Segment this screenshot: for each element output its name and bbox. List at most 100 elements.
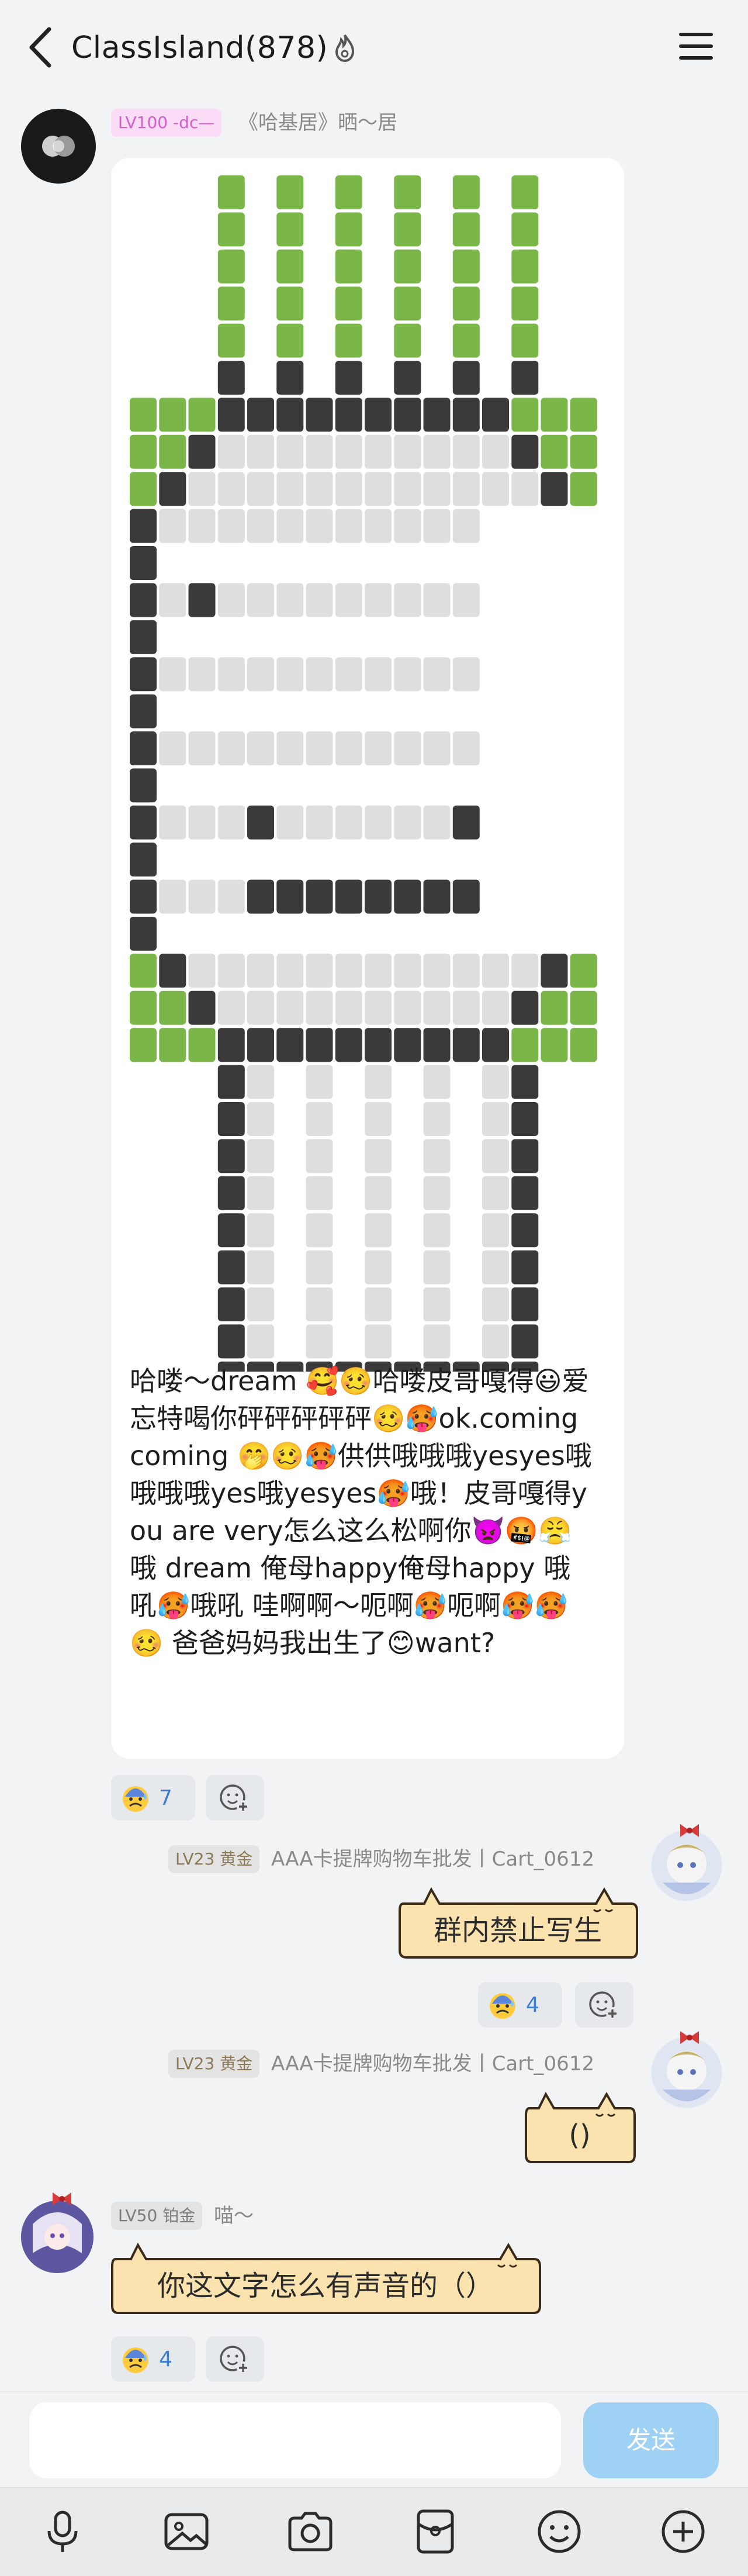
voice-button[interactable] <box>36 2505 89 2558</box>
pixel-block <box>276 509 304 543</box>
send-button[interactable]: 发送 <box>583 2402 719 2478</box>
pixel-block <box>159 990 186 1025</box>
pixel-block <box>130 694 157 728</box>
pixel-block <box>130 657 157 692</box>
sender-name[interactable]: AAA卡提牌购物车批发丨Cart_0612 <box>271 2050 594 2078</box>
more-button[interactable] <box>657 2505 709 2558</box>
pixel-block <box>217 1324 245 1359</box>
pixel-block <box>159 472 186 506</box>
pixel-block <box>217 1250 245 1284</box>
message-bubble[interactable]: 你这文字怎么有声音的（） <box>108 2242 543 2323</box>
pixel-block <box>130 583 157 617</box>
add-emoji-icon <box>220 2346 250 2374</box>
pixel-block <box>247 990 274 1025</box>
menu-button[interactable] <box>678 28 714 64</box>
pixel-block <box>452 805 480 840</box>
pixel-block <box>188 954 216 988</box>
pixel-block <box>511 954 539 988</box>
pixel-block <box>247 1065 274 1099</box>
pixel-block <box>365 1287 392 1321</box>
chat-title[interactable]: ClassIsland(878) <box>71 26 328 70</box>
level-badge: LV23 黄金 <box>168 1845 260 1873</box>
pixel-block <box>541 1028 568 1062</box>
pixel-block <box>276 879 304 914</box>
pixel-block <box>335 249 362 284</box>
pixel-block <box>482 1139 509 1173</box>
pixel-block <box>423 1065 451 1099</box>
pixel-block <box>365 1176 392 1210</box>
pixel-block <box>188 731 216 765</box>
pixel-block <box>130 990 157 1025</box>
add-reaction-button[interactable] <box>206 1775 264 1821</box>
pixel-block <box>159 954 186 988</box>
pixel-block <box>511 1028 539 1062</box>
image-icon <box>164 2513 209 2550</box>
pixel-block <box>365 879 392 914</box>
pixel-block <box>247 1287 274 1321</box>
reaction-chip[interactable]: 4 <box>111 2336 195 2382</box>
pixel-block <box>306 1065 333 1099</box>
back-button[interactable] <box>23 25 58 70</box>
add-emoji-icon <box>220 1784 250 1813</box>
sender-name[interactable]: AAA卡提牌购物车批发丨Cart_0612 <box>271 1845 594 1873</box>
hamburger-menu-icon <box>679 33 713 60</box>
add-emoji-icon <box>589 1991 619 2020</box>
message-text: 哈喽～dream 🥰🥴哈喽皮哥嘎得😃爱忘特喝你砰砰砰砰砰🥴🥵ok.coming … <box>130 1365 592 1659</box>
pixel-block <box>365 657 392 692</box>
pixel-block <box>482 1065 509 1099</box>
pixel-block <box>452 472 480 506</box>
plus-icon <box>662 2510 705 2553</box>
message-bubble[interactable]: 群内禁止写生 <box>395 1886 640 1968</box>
pixel-block <box>306 990 333 1025</box>
sender-name[interactable]: 喵～ <box>214 2202 254 2230</box>
pixel-block <box>217 1028 245 1062</box>
pixel-block <box>335 472 362 506</box>
pixel-block <box>217 212 245 247</box>
camera-button[interactable] <box>284 2505 337 2558</box>
pixel-block <box>217 1065 245 1099</box>
pixel-block <box>217 731 245 765</box>
add-reaction-button[interactable] <box>575 1982 633 2028</box>
pixel-block <box>423 398 451 432</box>
sender-name[interactable]: 《哈基居》晒～居 <box>238 109 397 137</box>
emoji-button[interactable] <box>533 2505 586 2558</box>
pixel-block <box>365 434 392 469</box>
pixel-block <box>217 1213 245 1248</box>
pixel-block <box>423 1250 451 1284</box>
pixel-block <box>394 212 421 247</box>
message-bubble[interactable]: () <box>521 2091 638 2173</box>
red-packet-icon <box>417 2509 454 2554</box>
pixel-block <box>159 398 186 432</box>
pixel-block <box>247 472 274 506</box>
pixel-block <box>217 1139 245 1173</box>
pixel-block <box>306 805 333 840</box>
reaction-chip[interactable]: 7 <box>111 1775 195 1821</box>
red-packet-button[interactable] <box>409 2505 462 2558</box>
avatar[interactable] <box>651 2037 722 2108</box>
pixel-block <box>365 1102 392 1136</box>
reaction-chip[interactable]: 4 <box>478 1982 562 2028</box>
pixel-block <box>335 990 362 1025</box>
pixel-block <box>276 286 304 321</box>
pixel-block <box>511 1176 539 1210</box>
pixel-block <box>482 434 509 469</box>
pixel-block <box>217 361 245 395</box>
pixel-block <box>130 731 157 765</box>
pixel-block <box>188 509 216 543</box>
pixel-block <box>276 212 304 247</box>
pixel-block <box>482 472 509 506</box>
add-reaction-button[interactable] <box>206 2336 264 2382</box>
pixel-block <box>306 1176 333 1210</box>
avatar[interactable] <box>21 2201 94 2273</box>
pixel-block <box>482 954 509 988</box>
avatar[interactable] <box>651 1830 722 1901</box>
avatar[interactable] <box>21 109 96 184</box>
message-input[interactable] <box>29 2402 561 2478</box>
pixel-block <box>365 1324 392 1359</box>
pixel-block <box>306 657 333 692</box>
pixel-block <box>394 731 421 765</box>
pixel-block <box>423 879 451 914</box>
pixel-block <box>335 361 362 395</box>
image-button[interactable] <box>160 2505 213 2558</box>
pixel-block <box>335 212 362 247</box>
